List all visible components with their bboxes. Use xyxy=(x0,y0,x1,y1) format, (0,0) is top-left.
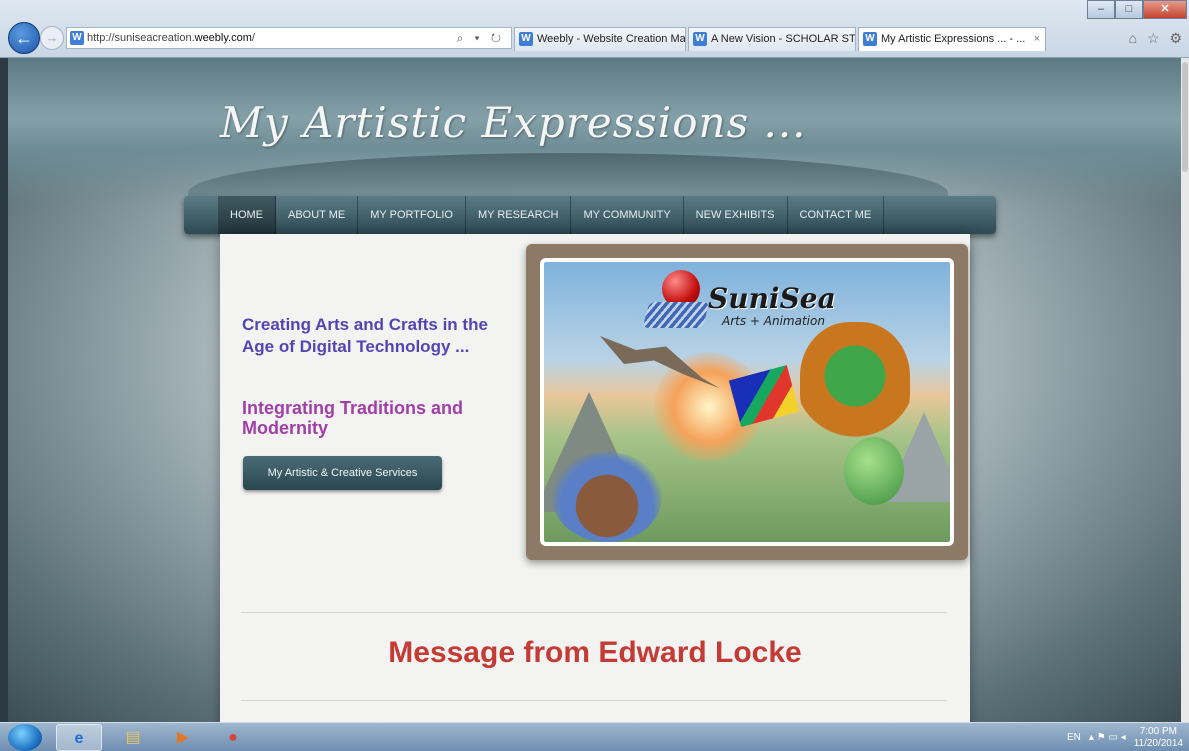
tab-label: My Artistic Expressions ... - ... xyxy=(881,33,1026,45)
maximize-button[interactable]: □ xyxy=(1115,0,1143,19)
weebly-favicon-icon: W xyxy=(693,32,707,46)
close-button[interactable]: ✕ xyxy=(1143,0,1187,19)
logo-swoosh-icon xyxy=(642,302,710,328)
web-page: My Artistic Expressions ... HOME ABOUT M… xyxy=(8,58,1181,722)
home-favorites-settings-icons[interactable]: ⌂ ☆ ⚙ xyxy=(1129,30,1185,47)
window-controls: – □ ✕ xyxy=(1087,0,1187,20)
nav-my-research[interactable]: MY RESEARCH xyxy=(466,196,572,234)
language-indicator[interactable]: EN xyxy=(1067,732,1081,743)
logo-subtitle: Arts + Animation xyxy=(722,314,825,328)
minimize-button[interactable]: – xyxy=(1087,0,1115,19)
back-button[interactable]: ← xyxy=(8,22,40,54)
tab-new-vision[interactable]: W A New Vision - SCHOLAR STE... xyxy=(688,27,856,51)
scrollbar-thumb[interactable] xyxy=(1182,62,1188,172)
hero-headline: Creating Arts and Crafts in the Age of D… xyxy=(242,315,488,356)
weebly-favicon-icon: W xyxy=(863,32,877,46)
nav-contact-me[interactable]: CONTACT ME xyxy=(788,196,885,234)
monster-head xyxy=(800,322,910,442)
section-divider xyxy=(241,612,947,613)
start-button-icon[interactable] xyxy=(8,724,42,751)
nav-my-community[interactable]: MY COMMUNITY xyxy=(571,196,684,234)
back-arrow-icon: ← xyxy=(15,28,33,48)
tab-close-icon[interactable]: × xyxy=(1034,28,1040,50)
system-tray: EN ▴ ⚑ ▭ ◂ 7:00 PM 11/20/2014 xyxy=(1067,723,1183,751)
clock-date: 11/20/2014 xyxy=(1133,737,1183,749)
taskbar: e ▤ ▶ ● EN ▴ ⚑ ▭ ◂ 7:00 PM 11/20/2014 xyxy=(0,722,1189,751)
spiky-creature xyxy=(552,452,662,542)
media-player-icon[interactable]: ▶ xyxy=(160,724,206,751)
services-button[interactable]: My Artistic & Creative Services xyxy=(243,456,442,490)
address-prefix: http://suniseacreation. xyxy=(87,32,195,44)
message-heading: Message from Edward Locke xyxy=(388,636,802,669)
browser-chrome: ← → W http://suniseacreation.weebly.com/… xyxy=(0,0,1189,58)
clock-time: 7:00 PM xyxy=(1139,725,1177,737)
forward-arrow-icon: → xyxy=(45,30,59,45)
tab-my-artistic-expressions[interactable]: W My Artistic Expressions ... - ... × xyxy=(858,27,1046,51)
address-suffix: / xyxy=(251,32,255,44)
sunisea-artwork-image: SuniSea Arts + Animation xyxy=(540,258,954,546)
file-explorer-icon[interactable]: ▤ xyxy=(110,724,156,751)
nav-my-portfolio[interactable]: MY PORTFOLIO xyxy=(358,196,466,234)
main-nav: HOME ABOUT ME MY PORTFOLIO MY RESEARCH M… xyxy=(184,196,996,234)
chrome-icon[interactable]: ● xyxy=(210,724,256,751)
clock[interactable]: 7:00 PM 11/20/2014 xyxy=(1134,726,1183,750)
hero-subheadline: Integrating Traditions and Modernity xyxy=(242,398,464,438)
address-host: weebly.com xyxy=(194,32,252,44)
logo-text: SuniSea xyxy=(708,282,836,315)
nav-home[interactable]: HOME xyxy=(218,196,276,234)
internet-explorer-icon[interactable]: e xyxy=(56,724,102,751)
tab-label: A New Vision - SCHOLAR STE... xyxy=(711,33,856,45)
tray-icons[interactable]: ▴ ⚑ ▭ ◂ xyxy=(1089,732,1126,743)
site-title[interactable]: My Artistic Expressions ... xyxy=(220,98,807,147)
nav-about-me[interactable]: ABOUT ME xyxy=(276,196,359,234)
monster-body xyxy=(844,437,904,505)
tab-label: Weebly - Website Creation Ma... xyxy=(537,33,686,45)
section-divider xyxy=(241,700,947,701)
weebly-favicon-icon: W xyxy=(519,32,533,46)
forward-button[interactable]: → xyxy=(40,26,64,50)
vertical-scrollbar[interactable] xyxy=(1181,58,1189,722)
tab-weebly[interactable]: W Weebly - Website Creation Ma... xyxy=(514,27,686,51)
weebly-favicon-icon: W xyxy=(70,31,84,45)
address-bar[interactable]: W http://suniseacreation.weebly.com/ ⌕ ▾… xyxy=(66,27,512,49)
nav-new-exhibits[interactable]: NEW EXHIBITS xyxy=(684,196,788,234)
search-refresh-icons[interactable]: ⌕ ▾ ↻ xyxy=(456,28,505,48)
